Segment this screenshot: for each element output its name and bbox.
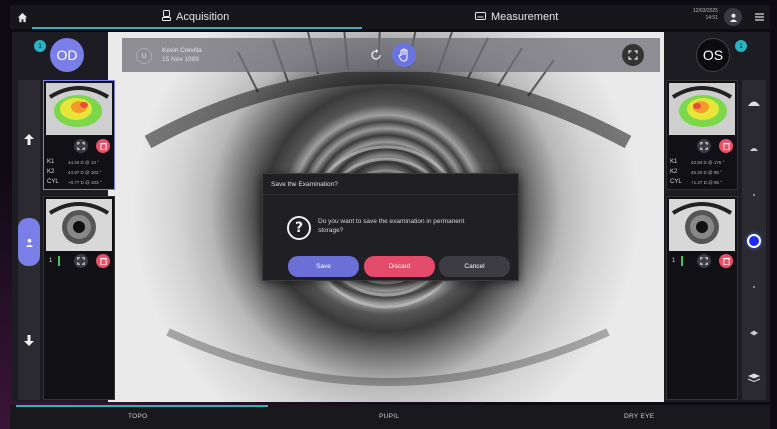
home-icon[interactable]: [14, 9, 30, 25]
os-topo-map-thumbnail[interactable]: [669, 83, 735, 135]
k1-label: K1: [47, 159, 55, 165]
tab-topo[interactable]: TOPO: [128, 413, 148, 420]
delete-trash-icon[interactable]: [96, 254, 110, 268]
expand-icon[interactable]: [697, 254, 711, 268]
question-icon: ?: [287, 216, 311, 240]
selected-focus-indicator[interactable]: [747, 234, 761, 248]
patient-header: U Kevin Crevilla 15 Nov 1999: [122, 38, 660, 72]
od-pupil-thumbnail[interactable]: [46, 199, 112, 251]
move-down-arrow-icon[interactable]: [18, 325, 40, 355]
od-topo-card[interactable]: K1 44.20 D @ 13 ° K2 44.97 D @ 103 ° CYL…: [43, 80, 115, 190]
k2-value: 45.20 D @ 85 °: [691, 170, 722, 175]
save-examination-dialog: Save the Examination? ? Do you want to s…: [262, 173, 519, 281]
od-pupil-card[interactable]: 1: [43, 196, 115, 400]
cancel-button[interactable]: Cancel: [439, 256, 510, 277]
delete-trash-icon[interactable]: [719, 139, 733, 153]
keyboard-icon: [475, 11, 486, 23]
layers-small-icon[interactable]: [746, 326, 762, 340]
camera-icon: [162, 10, 171, 24]
pupil-count: 1: [49, 258, 53, 264]
layers-icon[interactable]: [746, 370, 762, 384]
dialog-divider: [263, 194, 518, 195]
dot-small-icon-2[interactable]: [746, 280, 762, 294]
person-icon: [25, 238, 33, 247]
right-control-strip: [742, 80, 766, 400]
manual-mode-hand-icon[interactable]: [392, 43, 416, 67]
os-topo-card[interactable]: K1 43.93 D @ 175 ° K2 45.20 D @ 85 ° CYL…: [666, 80, 738, 190]
tab-dry-eye[interactable]: DRY EYE: [624, 413, 654, 420]
dialog-message: Do you want to save the examination in p…: [318, 218, 465, 234]
user-account-button[interactable]: [724, 8, 742, 26]
k1-value: 44.20 D @ 13 °: [68, 160, 99, 165]
k2-label: K2: [47, 169, 55, 175]
bottom-tab-bar: TOPO PUPIL DRY EYE: [10, 405, 770, 429]
active-bottom-tab-indicator: [16, 405, 268, 407]
delete-trash-icon[interactable]: [96, 139, 110, 153]
expand-icon[interactable]: [74, 254, 88, 268]
pupil-count: 1: [672, 258, 676, 264]
cyl-value: +0.77 D @ 103 °: [68, 180, 102, 185]
date-text: 12/03/2025: [692, 8, 718, 14]
od-exam-count-badge: 1: [34, 40, 46, 52]
dome-small-icon[interactable]: [746, 142, 762, 156]
save-button[interactable]: Save: [288, 256, 359, 277]
os-pupil-card[interactable]: 1: [666, 196, 738, 400]
k2-label: K2: [670, 169, 678, 175]
top-bar: Acquisition Measurement 12/03/2025 14:51: [10, 5, 770, 29]
hamburger-menu-icon[interactable]: [752, 10, 766, 24]
os-exam-count-badge: 1: [735, 40, 747, 52]
dome-full-icon[interactable]: [746, 96, 762, 110]
pupil-quality-bar: [681, 256, 683, 266]
tab-measurement[interactable]: Measurement: [475, 5, 558, 29]
patient-dob: 15 Nov 1999: [162, 56, 199, 63]
patient-avatar: U: [136, 48, 152, 64]
k2-value: 44.97 D @ 103 °: [68, 170, 102, 175]
dot-small-icon[interactable]: [746, 188, 762, 202]
active-tab-indicator: [32, 27, 362, 29]
datetime: 12/03/2025 14:51: [678, 8, 718, 22]
user-icon: [729, 13, 737, 22]
os-pupil-thumbnail[interactable]: [669, 199, 735, 251]
expand-icon[interactable]: [697, 139, 711, 153]
cyl-label: CYL: [47, 179, 59, 185]
app-screen: Acquisition Measurement 12/03/2025 14:51: [0, 0, 777, 429]
pupil-quality-bar: [58, 256, 60, 266]
move-up-arrow-icon[interactable]: [18, 124, 40, 154]
patient-name: Kevin Crevilla: [162, 47, 202, 54]
time-text: 14:51: [705, 15, 718, 21]
tab-acquisition[interactable]: Acquisition: [162, 5, 229, 29]
cyl-label: CYL: [670, 179, 682, 185]
fullscreen-icon[interactable]: [622, 44, 644, 66]
delete-trash-icon[interactable]: [719, 254, 733, 268]
tab-acquisition-label: Acquisition: [176, 11, 230, 23]
k1-label: K1: [670, 159, 678, 165]
os-eye-selector[interactable]: OS: [696, 38, 730, 72]
k1-value: 43.93 D @ 175 °: [691, 160, 725, 165]
cyl-value: +1.27 D @ 85 °: [691, 180, 723, 185]
left-control-strip: [18, 80, 40, 400]
discard-button[interactable]: Discard: [364, 256, 435, 277]
tab-measurement-label: Measurement: [491, 11, 559, 23]
expand-icon[interactable]: [74, 139, 88, 153]
patient-position-button[interactable]: [18, 218, 40, 266]
od-eye-selector[interactable]: OD: [50, 38, 84, 72]
dialog-title: Save the Examination?: [271, 181, 338, 188]
od-topo-map-thumbnail[interactable]: [46, 83, 112, 135]
tab-pupil[interactable]: PUPIL: [379, 413, 399, 420]
rotate-icon[interactable]: [368, 47, 384, 63]
